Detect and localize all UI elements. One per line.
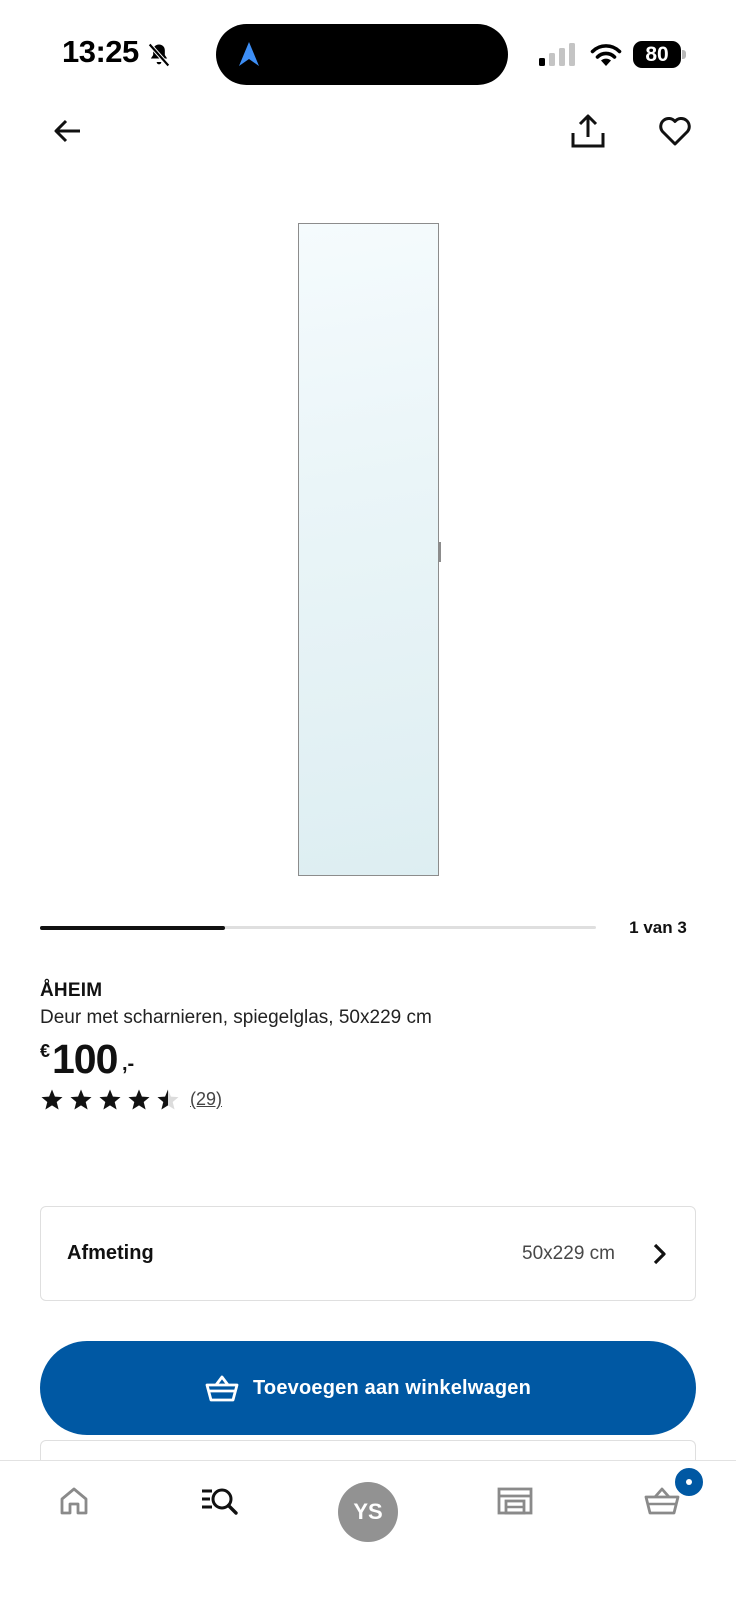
nav-home[interactable] bbox=[29, 1461, 119, 1541]
status-bar: 13:25 80 bbox=[0, 0, 736, 100]
share-button[interactable] bbox=[560, 103, 616, 159]
product-image-mirror-door[interactable] bbox=[298, 223, 441, 876]
heart-icon bbox=[659, 117, 691, 146]
favorite-button[interactable] bbox=[647, 103, 703, 159]
product-name: ÅHEIM bbox=[40, 980, 103, 1001]
add-to-cart-label: Toevoegen aan winkelwagen bbox=[252, 1376, 532, 1399]
rating-star bbox=[41, 1089, 63, 1110]
rating-star bbox=[70, 1089, 92, 1110]
basket-icon bbox=[205, 1375, 239, 1402]
add-to-cart-button[interactable]: Toevoegen aan winkelwagen bbox=[40, 1341, 696, 1435]
rating-star bbox=[99, 1089, 121, 1110]
chevron-right-icon bbox=[653, 1243, 666, 1265]
bottom-navigation: YS bbox=[0, 1460, 736, 1600]
bell-muted-icon bbox=[148, 43, 170, 67]
profile-avatar: YS bbox=[338, 1482, 398, 1542]
nav-profile[interactable]: YS bbox=[323, 1461, 413, 1542]
back-button[interactable] bbox=[40, 103, 96, 159]
product-description: Deur met scharnieren, spiegelglas, 50x22… bbox=[40, 1007, 432, 1028]
size-selector-value: 50x229 cm bbox=[522, 1243, 615, 1264]
price-amount: 100 bbox=[52, 1036, 118, 1082]
size-selector-label: Afmeting bbox=[67, 1242, 154, 1264]
store-icon bbox=[497, 1487, 533, 1515]
rating-star bbox=[157, 1089, 179, 1110]
search-icon bbox=[202, 1488, 238, 1515]
navigation-arrow-icon bbox=[239, 42, 259, 66]
battery-level: 80 bbox=[645, 43, 669, 66]
nav-search[interactable] bbox=[175, 1461, 265, 1541]
carousel-progress-track bbox=[40, 925, 596, 930]
cellular-signal-icon bbox=[539, 43, 575, 66]
share-icon bbox=[571, 114, 605, 148]
rating-stars bbox=[41, 1089, 179, 1110]
status-time: 13:25 bbox=[62, 34, 139, 69]
battery-indicator: 80 bbox=[633, 41, 686, 68]
battery-cap bbox=[682, 50, 686, 59]
size-selector[interactable]: Afmeting 50x229 cm bbox=[40, 1206, 696, 1301]
rating-star bbox=[128, 1089, 150, 1110]
home-icon bbox=[60, 1487, 88, 1515]
price-decimals: ,- bbox=[122, 1053, 135, 1075]
price-currency: € bbox=[40, 1041, 51, 1061]
wifi-icon bbox=[590, 44, 622, 66]
carousel-progress-fill bbox=[40, 925, 226, 930]
nav-stores[interactable] bbox=[470, 1461, 560, 1541]
review-count-link[interactable]: (29) bbox=[190, 1089, 222, 1110]
cart-badge bbox=[673, 1466, 705, 1498]
next-section-card bbox=[40, 1440, 696, 1460]
arrow-left-icon bbox=[54, 119, 80, 143]
carousel-counter: 1 van 3 bbox=[629, 918, 687, 937]
